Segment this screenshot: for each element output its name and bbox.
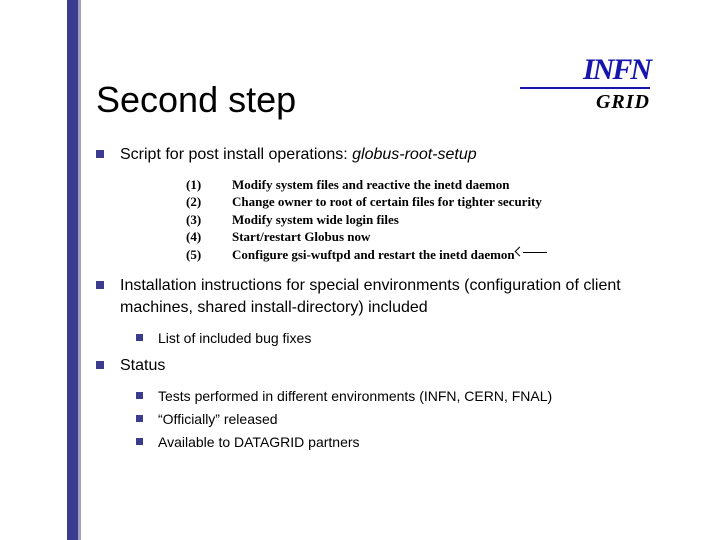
step-text: Change owner to root of certain files fo…	[232, 193, 542, 211]
step-text: Modify system files and reactive the ine…	[232, 176, 509, 194]
decorative-vertical-bar	[67, 0, 78, 540]
logo-brand: INFN	[520, 55, 650, 89]
step-num: (5)	[186, 246, 210, 264]
logo: INFN GRID	[520, 55, 650, 110]
bullet-script: Script for post install operations: glob…	[96, 144, 676, 166]
subbullet-status: “Officially” released	[136, 410, 676, 429]
bullet-script-em: globus-root-setup	[352, 146, 477, 163]
step-row: (2) Change owner to root of certain file…	[186, 193, 676, 211]
bullet-install-instructions: Installation instructions for special en…	[96, 275, 676, 318]
bullet-script-text: Script for post install operations:	[120, 146, 352, 163]
slide-body: Script for post install operations: glob…	[96, 144, 676, 456]
logo-sub: GRID	[520, 91, 650, 114]
bullet-status: Status	[96, 355, 676, 377]
step-row: (3) Modify system wide login files	[186, 211, 676, 229]
slide-title: Second step	[96, 79, 296, 121]
numbered-steps: (1) Modify system files and reactive the…	[186, 176, 676, 264]
step-text: Start/restart Globus now	[232, 228, 370, 246]
step-num: (3)	[186, 211, 210, 229]
subbullet-bugfixes: List of included bug fixes	[136, 329, 676, 348]
slide: INFN GRID Second step Script for post in…	[0, 0, 720, 540]
step-num: (1)	[186, 176, 210, 194]
step-text: Modify system wide login files	[232, 211, 399, 229]
step-row: (5) Configure gsi-wuftpd and restart the…	[186, 246, 676, 264]
step-row: (4) Start/restart Globus now	[186, 228, 676, 246]
step-num: (4)	[186, 228, 210, 246]
subbullet-status: Available to DATAGRID partners	[136, 433, 676, 452]
step-num: (2)	[186, 193, 210, 211]
subbullet-status: Tests performed in different environment…	[136, 387, 676, 406]
step-text: Configure gsi-wuftpd and restart the ine…	[232, 246, 543, 264]
step-row: (1) Modify system files and reactive the…	[186, 176, 676, 194]
